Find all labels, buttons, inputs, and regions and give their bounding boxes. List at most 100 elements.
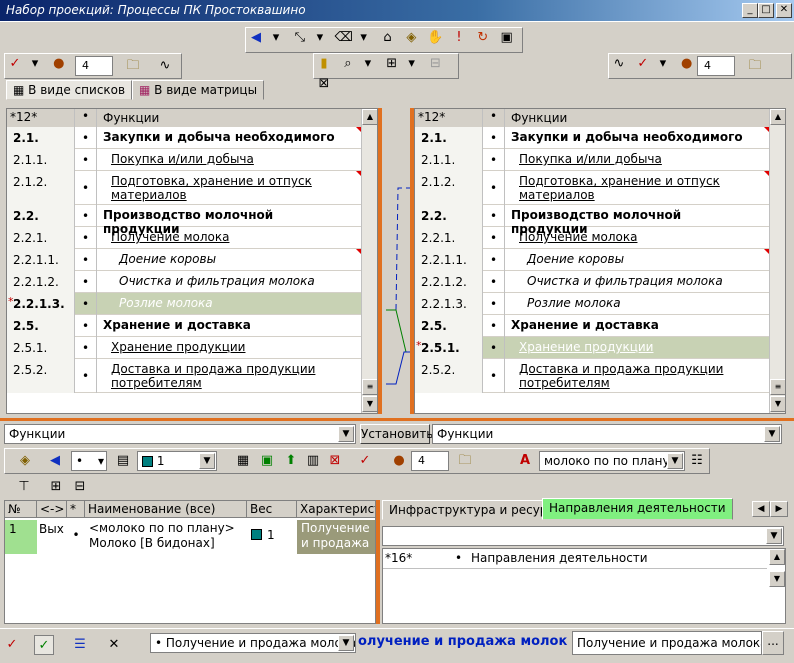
scroll-down-icon[interactable]: ▼ [770, 396, 785, 412]
table-row[interactable]: 2.1.2. • Подготовка, хранение и отпуск мат… [7, 171, 361, 205]
graph-icon[interactable]: ∿ [609, 54, 629, 74]
checkmark-icon[interactable]: ✓ [355, 451, 375, 471]
film-icon[interactable]: ▦ [233, 451, 253, 471]
bottom-splitter[interactable] [376, 500, 380, 624]
ellipsis-button[interactable]: ... [762, 631, 784, 655]
table-row[interactable]: 2.2.1.2. • Очистка и фильтрация молока [415, 271, 769, 293]
hand-icon[interactable]: ✋ [425, 28, 445, 48]
tab-list-view[interactable]: ▦ В виде списков [6, 80, 133, 100]
chevron-down-icon[interactable]: ▼ [199, 453, 215, 469]
tab-directions[interactable]: Направления деятельности [542, 498, 733, 520]
list-check-icon[interactable]: ▣ [257, 451, 277, 471]
dropdown-icon[interactable]: ▾ [402, 54, 422, 74]
expand-icon[interactable]: ⊞ [46, 477, 66, 497]
table-row[interactable]: 2.5.2. • Доставка и продажа продукции потр… [415, 359, 769, 393]
right-projection-combo[interactable]: Функции ▼ [432, 424, 782, 444]
text-color-icon[interactable]: A [515, 451, 535, 471]
level-spinner[interactable]: 4 [75, 56, 113, 76]
refresh-icon[interactable]: ↻ [473, 28, 493, 48]
dropdown-icon[interactable]: ▾ [310, 28, 330, 48]
settings-list-icon[interactable]: ☷ [687, 451, 707, 471]
table-row[interactable]: 2.5. • Хранение и доставка [415, 315, 769, 337]
close-button[interactable]: ✕ [776, 3, 792, 18]
hierarchy-icon[interactable]: ⊟ [425, 54, 445, 74]
scroll-thumb[interactable]: ≡ [362, 379, 377, 395]
tree-icon[interactable]: ⊤ [14, 477, 34, 497]
table-row[interactable]: 2.2. • Производство молочной продукции [7, 205, 361, 236]
left-projection-combo[interactable]: Функции ▼ [4, 424, 356, 444]
scroll-down-icon[interactable]: ▼ [769, 571, 785, 587]
horizontal-splitter[interactable] [0, 418, 794, 421]
preview-icon[interactable]: ⌕ [338, 54, 358, 74]
tab-left-icon[interactable]: ◀ [752, 501, 770, 517]
checkmark-icon[interactable]: ✓ [2, 635, 22, 655]
structure-icon[interactable]: ⊠ [314, 74, 334, 94]
left-scrollbar[interactable]: ▲ ≡ ▼ [361, 109, 377, 413]
chevron-down-icon[interactable]: ▼ [667, 453, 683, 469]
marker-combo[interactable]: • ▾ [71, 451, 107, 471]
table-row[interactable]: 2.5. • Хранение и доставка [7, 315, 361, 337]
link-icon[interactable]: ⤡ [290, 28, 310, 48]
delete-table-icon[interactable]: ⊠ [325, 451, 345, 471]
scroll-up-icon[interactable]: ▲ [770, 109, 785, 125]
ball-icon[interactable]: ● [677, 54, 697, 74]
tree-icon[interactable]: ⊞ [382, 54, 402, 74]
table-row[interactable]: 2.5.1. * • Хранение продукции [415, 337, 769, 359]
save-icon[interactable]: ▣ [497, 28, 517, 48]
list-dropdown-icon[interactable]: ☰ [70, 635, 90, 655]
right-scrollbar[interactable]: ▲ ≡ ▼ [769, 109, 785, 413]
directions-combo[interactable]: ▼ [382, 526, 784, 546]
home-icon[interactable]: ⌂ [377, 28, 397, 48]
table-row[interactable]: 2.2.1.3. * • Розлие молока [7, 293, 361, 315]
table-row[interactable]: 2.2.1.3. • Розлие молока [415, 293, 769, 315]
color-combo[interactable]: 1 ▼ [137, 451, 217, 471]
minimize-button[interactable]: _ [742, 3, 758, 18]
chevron-down-icon[interactable]: ▼ [338, 635, 354, 651]
table-row[interactable]: 2.1.1. • Покупка и/или добыча [7, 149, 361, 171]
cross-icon[interactable]: ✕ [104, 635, 124, 655]
folder-icon[interactable]: 🗀 [745, 56, 765, 76]
table-icon[interactable]: ▥ [303, 451, 323, 471]
collapse-icon[interactable]: ⊟ [70, 477, 90, 497]
table-row[interactable]: 2.2.1.1. • Доение коровы [415, 249, 769, 271]
maximize-button[interactable]: □ [758, 3, 774, 18]
set-button[interactable]: Установить [360, 424, 433, 444]
graph-check-icon[interactable]: ✓ [34, 635, 54, 655]
table-row[interactable]: 2.2. • Производство молочной продукции [415, 205, 769, 236]
report-icon[interactable]: ▤ [113, 451, 133, 471]
folder-icon[interactable]: 🗀 [123, 56, 143, 76]
bottom-level-spinner[interactable]: 4 [411, 451, 449, 471]
table-row[interactable]: 2.5.1. • Хранение продукции [7, 337, 361, 359]
scroll-thumb[interactable]: ≡ [770, 379, 785, 395]
door-icon[interactable]: ▮ [314, 54, 334, 74]
dropdown-icon[interactable]: ▾ [358, 54, 378, 74]
graph-icon[interactable]: ∿ [155, 56, 175, 76]
dropdown-icon[interactable]: ▾ [266, 28, 286, 48]
exclamation-icon[interactable]: ! [449, 28, 469, 48]
dropdown-icon[interactable]: ▾ [25, 54, 45, 74]
scroll-up-icon[interactable]: ▲ [362, 109, 377, 125]
characteristic-combo[interactable]: молоко по по плану ▼ [539, 451, 685, 471]
chevron-down-icon[interactable]: ▼ [764, 426, 780, 442]
table-row[interactable]: 2.2.1.1. • Доение коровы [7, 249, 361, 271]
dropdown-icon[interactable]: ▾ [653, 54, 673, 74]
back-arrow-icon[interactable]: ◀ [45, 451, 65, 471]
status-field[interactable]: Получение и продажа молока [572, 631, 762, 655]
table-row[interactable]: 1 Вых • <молоко по по плану> Молоко [В б… [5, 520, 375, 554]
scroll-down-icon[interactable]: ▼ [362, 396, 377, 412]
table-row[interactable]: 2.5.2. • Доставка и продажа продукции потр… [7, 359, 361, 393]
table-row[interactable]: 2.1.1. • Покупка и/или добыча [415, 149, 769, 171]
table-row[interactable]: 2.2.1.2. • Очистка и фильтрация молока [7, 271, 361, 293]
warning-icon[interactable]: ◈ [401, 28, 421, 48]
scroll-up-icon[interactable]: ▲ [769, 549, 785, 565]
table-row[interactable]: 2.2.1. • Получение молока [7, 227, 361, 249]
ball-icon[interactable]: ● [49, 54, 69, 74]
ball-icon[interactable]: ● [389, 451, 409, 471]
tab-right-icon[interactable]: ▶ [770, 501, 788, 517]
tab-matrix-view[interactable]: ▦ В виде матрицы [132, 80, 265, 100]
table-row[interactable]: 2.1. • Закупки и добыча необходимого [7, 127, 361, 149]
folder-icon[interactable]: 🗀 [455, 451, 475, 471]
dropdown-icon[interactable]: ▾ [354, 28, 374, 48]
table-row[interactable]: 2.1.2. • Подготовка, хранение и отпуск мат… [415, 171, 769, 205]
up-arrow-icon[interactable]: ⬆ [281, 451, 301, 471]
